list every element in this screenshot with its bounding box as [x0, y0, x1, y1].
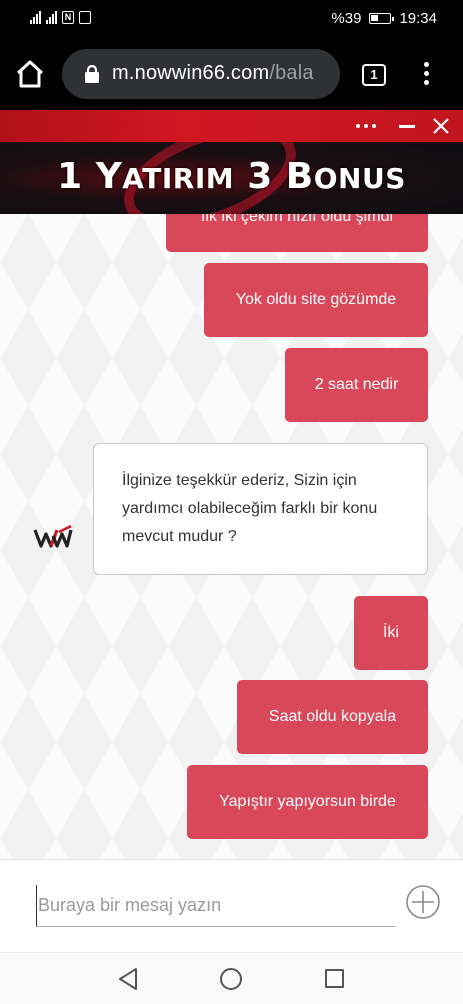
signal-icon — [30, 11, 41, 24]
browser-toolbar: m.nowwin66.com/bala 1 — [0, 38, 463, 110]
home-icon — [16, 60, 44, 88]
url-text: m.nowwin66.com/bala — [112, 62, 314, 85]
ww-logo-icon — [33, 524, 73, 548]
recent-apps-icon[interactable] — [325, 969, 344, 988]
signal-icon-2 — [46, 11, 57, 24]
nfc-icon: N — [62, 11, 74, 24]
composer — [0, 859, 463, 952]
banner-title: 1 YATIRIM 3 BONUS — [57, 156, 406, 197]
home-button[interactable] — [14, 58, 46, 90]
battery-icon — [369, 13, 395, 24]
more-horiz-icon[interactable] — [356, 124, 380, 130]
add-circle-icon[interactable] — [405, 884, 441, 920]
message-out: Yok oldu site gözümde — [204, 263, 428, 337]
status-right: %39 19:34 — [331, 10, 437, 27]
message-out: İlk iki çekim hızlı oldu şimdi — [166, 214, 428, 252]
minimize-icon[interactable] — [399, 125, 415, 128]
back-icon[interactable] — [117, 967, 139, 991]
message-input[interactable] — [36, 885, 396, 927]
message-out: İki — [354, 596, 428, 670]
status-left: N — [30, 11, 91, 24]
message-out: Saat oldu kopyala — [237, 680, 428, 754]
nav-home-icon[interactable] — [220, 968, 242, 990]
message-out: Yapıştır yapıyorsun birde — [187, 765, 428, 839]
close-icon[interactable] — [432, 117, 450, 135]
chat-area[interactable]: İlk iki çekim hızlı oldu şimdi Yok oldu … — [0, 214, 463, 859]
tab-switcher-button[interactable]: 1 — [362, 64, 386, 86]
lock-icon — [85, 65, 99, 83]
battery-percent: %39 — [331, 10, 362, 27]
vibrate-icon — [79, 11, 91, 24]
address-bar[interactable]: m.nowwin66.com/bala — [62, 49, 340, 99]
status-bar: N %39 19:34 — [0, 0, 463, 38]
system-nav-bar — [0, 952, 463, 1004]
promo-banner[interactable]: 1 YATIRIM 3 BONUS — [0, 142, 463, 214]
banner-header — [0, 110, 463, 142]
clock: 19:34 — [399, 10, 437, 27]
url-path: /bala — [269, 62, 314, 84]
message-in: İlginize teşekkür ederiz, Sizin için yar… — [93, 443, 428, 575]
more-vert-icon[interactable] — [418, 62, 434, 88]
message-out: 2 saat nedir — [285, 348, 428, 422]
url-domain: m.nowwin66.com — [112, 62, 270, 84]
